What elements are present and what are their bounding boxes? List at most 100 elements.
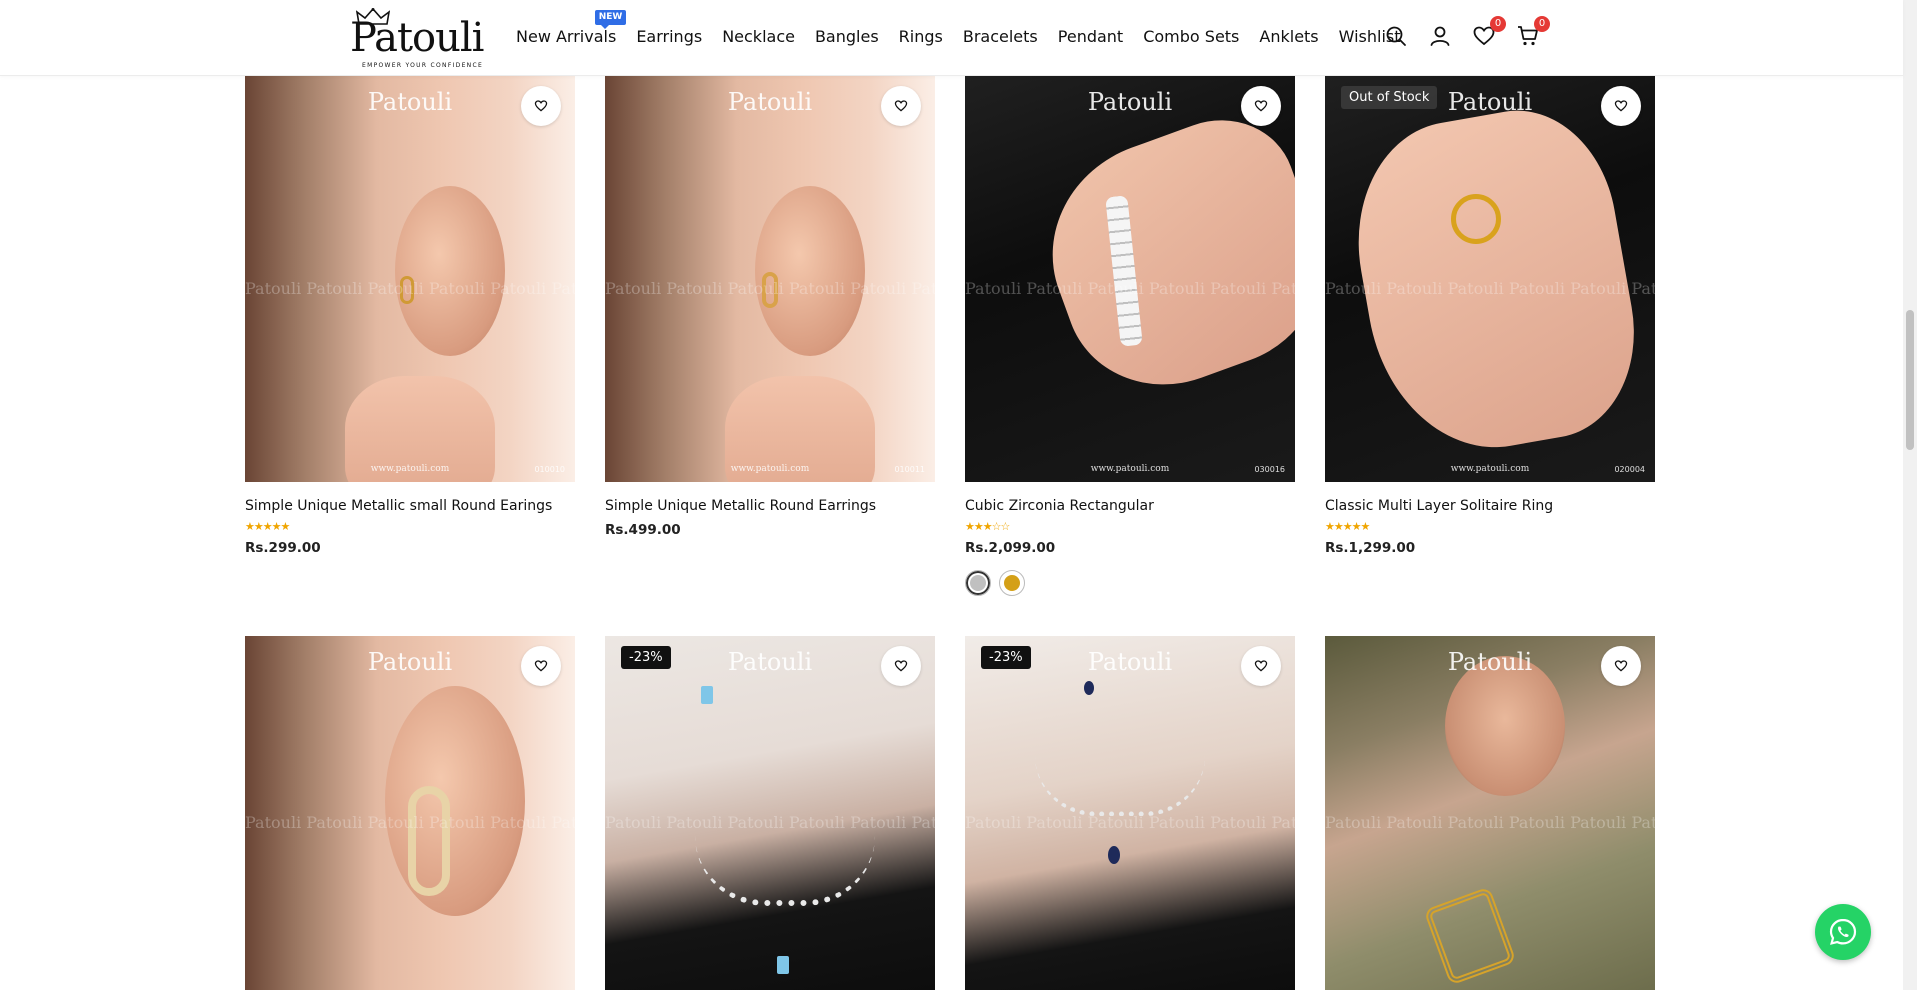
watermark-strip: Patouli Patouli Patouli Patouli Patouli …: [245, 279, 575, 298]
heart-icon: [534, 100, 548, 112]
watermark-url: www.patouli.com: [1090, 464, 1170, 474]
product-card[interactable]: Patouli Patouli Patouli Patouli Patouli …: [605, 76, 935, 538]
pendant-shape: [777, 956, 789, 974]
watermark-logo: Patouli: [1447, 88, 1533, 116]
whatsapp-chat-button[interactable]: [1815, 904, 1871, 960]
earring-shape: [408, 786, 450, 896]
nav-item-pendant[interactable]: Pendant: [1048, 26, 1133, 48]
add-to-wishlist-button[interactable]: [1241, 86, 1281, 126]
product-card[interactable]: Patouli Patouli Patouli Patouli Patouli …: [245, 636, 575, 990]
product-card[interactable]: Patouli Patouli Patouli Patouli Patouli …: [605, 636, 935, 990]
product-card[interactable]: Patouli Patouli Patouli Patouli Patouli …: [1325, 636, 1655, 990]
ear-shape: [755, 186, 865, 356]
product-price: Rs.299.00: [245, 540, 321, 556]
product-name[interactable]: Simple Unique Metallic Round Earrings: [605, 498, 935, 514]
add-to-wishlist-button[interactable]: [881, 86, 921, 126]
nav-item-new-arrivals[interactable]: New Arrivals NEW: [516, 10, 627, 48]
watermark-logo: Patouli: [1447, 648, 1533, 676]
logo-wordmark: Patouli: [350, 15, 484, 61]
nav-item-necklace[interactable]: Necklace: [712, 26, 805, 48]
swatch-silver[interactable]: [965, 570, 991, 596]
product-name[interactable]: Simple Unique Metallic small Round Earin…: [245, 498, 575, 514]
product-image[interactable]: Patouli Patouli Patouli Patouli Patouli …: [965, 636, 1295, 990]
swatch-color: [1004, 575, 1020, 591]
watermark-url: www.patouli.com: [730, 464, 810, 474]
add-to-wishlist-button[interactable]: [881, 646, 921, 686]
watermark-url: www.patouli.com: [1450, 464, 1530, 474]
product-image[interactable]: Patouli Patouli Patouli Patouli Patouli …: [605, 76, 935, 482]
heart-icon: [1614, 100, 1628, 112]
ear-shape: [385, 686, 525, 916]
new-badge: NEW: [594, 10, 627, 29]
watermark-logo: Patouli: [367, 648, 453, 676]
discount-badge: -23%: [621, 646, 671, 669]
main-nav: New Arrivals NEW Earrings Necklace Bangl…: [516, 10, 1411, 48]
whatsapp-icon: [1829, 918, 1857, 945]
add-to-wishlist-button[interactable]: [1601, 646, 1641, 686]
add-to-wishlist-button[interactable]: [1601, 86, 1641, 126]
search-icon: [1386, 26, 1406, 46]
watermark-logo: Patouli: [1087, 648, 1173, 676]
watermark-strip: Patouli Patouli Patouli Patouli Patouli …: [1325, 813, 1655, 832]
cart-button[interactable]: 0: [1516, 16, 1550, 48]
add-to-wishlist-button[interactable]: [521, 646, 561, 686]
swatch-color: [970, 575, 986, 591]
heart-icon: [1254, 100, 1268, 112]
product-card[interactable]: Patouli Patouli Patouli Patouli Patouli …: [245, 76, 575, 556]
site-logo[interactable]: Patouli EMPOWER YOUR CONFIDENCE: [350, 8, 484, 69]
scrollbar-thumb[interactable]: [1906, 310, 1914, 450]
nav-item-bracelets[interactable]: Bracelets: [953, 26, 1048, 48]
heart-icon: [894, 100, 908, 112]
product-image[interactable]: Patouli Patouli Patouli Patouli Patouli …: [605, 636, 935, 990]
wishlist-count: 0: [1490, 16, 1506, 32]
swatch-gold[interactable]: [999, 570, 1025, 596]
bangle-shape: [1423, 886, 1517, 986]
ring-shape: [1451, 194, 1501, 244]
product-card[interactable]: Patouli Patouli Patouli Patouli Patouli …: [1325, 76, 1655, 556]
user-icon: [1430, 26, 1450, 46]
pendant-shape: [1108, 846, 1120, 864]
product-card[interactable]: Patouli Patouli Patouli Patouli Patouli …: [965, 76, 1295, 596]
product-name[interactable]: Cubic Zirconia Rectangular: [965, 498, 1295, 514]
heart-icon: [894, 660, 908, 672]
heart-icon: [1614, 660, 1628, 672]
heart-icon: [534, 660, 548, 672]
add-to-wishlist-button[interactable]: [521, 86, 561, 126]
nav-item-rings[interactable]: Rings: [889, 26, 953, 48]
nav-item-combo-sets[interactable]: Combo Sets: [1133, 26, 1249, 48]
product-price: Rs.2,099.00: [965, 540, 1056, 556]
necklace-shape: [1035, 756, 1205, 816]
product-image[interactable]: Patouli Patouli Patouli Patouli Patouli …: [245, 636, 575, 990]
face-shape: [1445, 656, 1565, 796]
out-of-stock-badge: Out of Stock: [1341, 86, 1438, 109]
product-rating: ★★★★★: [245, 520, 290, 533]
watermark-url: www.patouli.com: [370, 464, 450, 474]
nav-item-anklets[interactable]: Anklets: [1249, 26, 1328, 48]
product-image[interactable]: Patouli Patouli Patouli Patouli Patouli …: [965, 76, 1295, 482]
arm-shape: [1021, 98, 1295, 414]
header-actions: 0 0: [1384, 16, 1550, 48]
heart-icon: [1254, 660, 1268, 672]
nav-item-earrings[interactable]: Earrings: [626, 26, 712, 48]
watermark-logo: Patouli: [367, 88, 453, 116]
site-header: Patouli EMPOWER YOUR CONFIDENCE New Arri…: [0, 0, 1903, 76]
product-image[interactable]: Patouli Patouli Patouli Patouli Patouli …: [1325, 76, 1655, 482]
earring-shape: [1084, 681, 1094, 695]
add-to-wishlist-button[interactable]: [1241, 646, 1281, 686]
account-button[interactable]: [1428, 24, 1452, 48]
product-image[interactable]: Patouli Patouli Patouli Patouli Patouli …: [1325, 636, 1655, 990]
product-rating: ★★★☆☆: [965, 520, 1010, 533]
nav-item-bangles[interactable]: Bangles: [805, 26, 889, 48]
logo-tagline: EMPOWER YOUR CONFIDENCE: [362, 62, 484, 69]
watermark-strip: Patouli Patouli Patouli Patouli Patouli …: [605, 813, 935, 832]
product-card[interactable]: Patouli Patouli Patouli Patouli Patouli …: [965, 636, 1295, 990]
watermark-logo: Patouli: [727, 88, 813, 116]
page-scrollbar[interactable]: [1903, 0, 1917, 990]
product-name[interactable]: Classic Multi Layer Solitaire Ring: [1325, 498, 1655, 514]
search-button[interactable]: [1384, 24, 1408, 48]
nav-item-label: New Arrivals: [516, 27, 617, 46]
wishlist-button[interactable]: 0: [1472, 16, 1506, 48]
watermark-strip: Patouli Patouli Patouli Patouli Patouli …: [1325, 279, 1655, 298]
product-image[interactable]: Patouli Patouli Patouli Patouli Patouli …: [245, 76, 575, 482]
necklace-shape: [695, 836, 875, 906]
